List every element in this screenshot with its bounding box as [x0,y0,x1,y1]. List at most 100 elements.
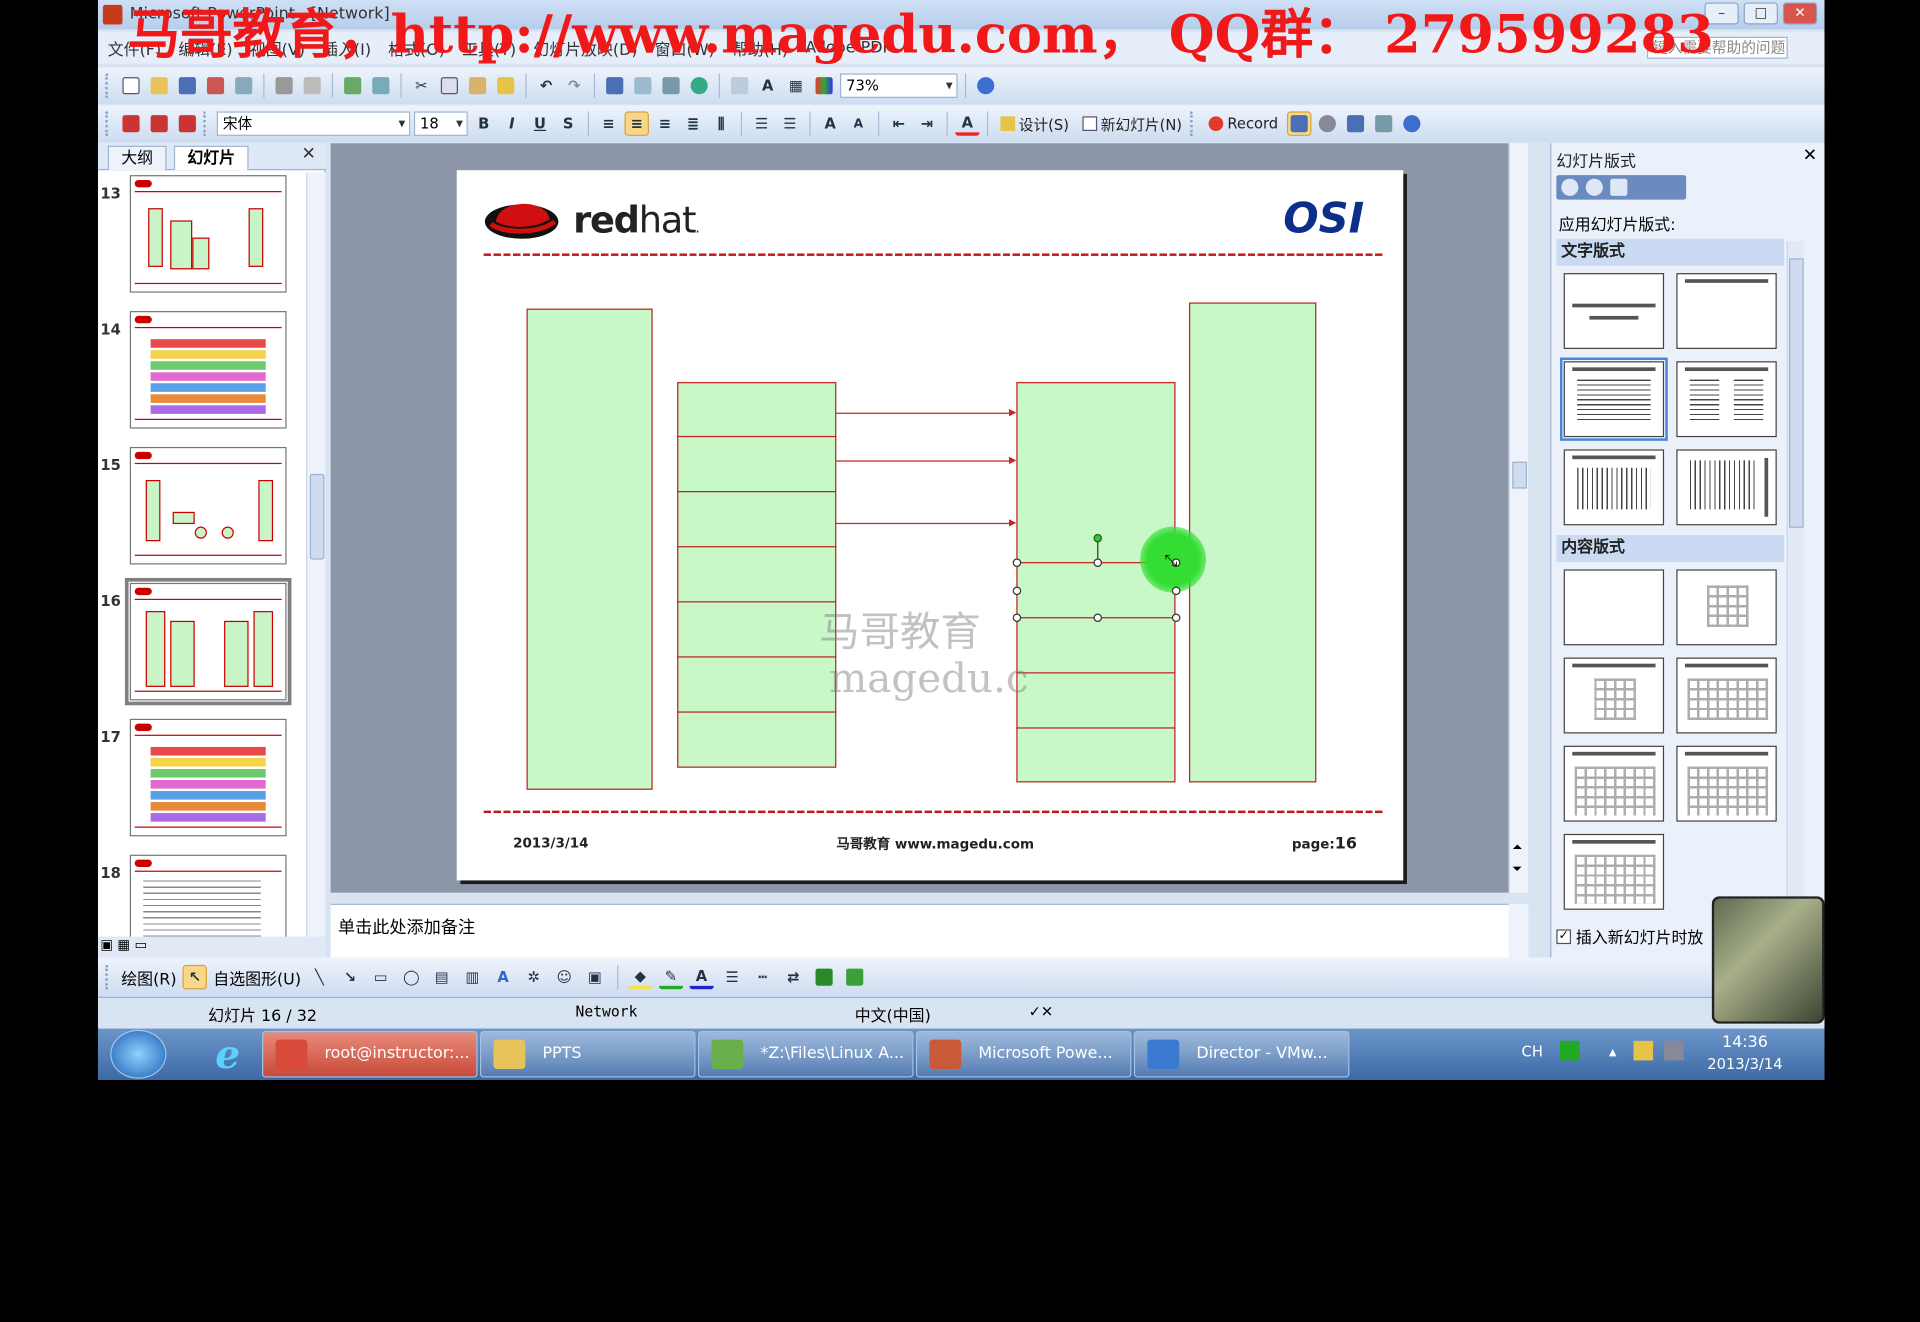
wordart-icon[interactable]: A [491,965,515,989]
arrow-connector[interactable] [836,456,1017,465]
increase-font-icon[interactable]: A [818,111,842,135]
layout-two-column-text[interactable] [1676,361,1777,438]
help-tool-icon[interactable] [1399,111,1423,135]
help-icon[interactable] [973,73,997,97]
line-icon[interactable]: ╲ [307,965,331,989]
new-slide-button[interactable]: 新幻灯片(N) [1078,113,1187,134]
bullets-icon[interactable]: ☰ [778,111,802,135]
bold-button[interactable]: B [471,111,495,135]
layout-vertical-text[interactable] [1563,449,1665,526]
decrease-indent-icon[interactable]: ⇤ [887,111,911,135]
webcam-tool-icon[interactable] [1315,111,1339,135]
layout-content[interactable] [1676,569,1777,646]
network-tray-icon[interactable] [1633,1040,1654,1061]
resize-handle[interactable] [1171,586,1181,596]
align-center-icon[interactable]: ≡ [624,111,649,136]
select-objects-icon[interactable]: ↖ [182,964,208,990]
tab-outline[interactable]: 大纲 [107,145,167,171]
record-button[interactable]: Record [1204,115,1283,132]
vertical-textbox-icon[interactable]: ▥ [460,965,484,989]
chart-icon[interactable] [602,73,626,97]
slide-thumbnail[interactable] [129,854,287,937]
left-stack-box[interactable] [677,382,837,768]
task-terminal[interactable]: root@instructor:... [262,1031,478,1078]
slide-title[interactable]: OSI [1283,195,1364,244]
format-painter-icon[interactable] [493,73,517,97]
save-icon[interactable] [175,73,199,97]
notes-pane[interactable]: 单击此处添加备注 [330,903,1529,958]
arrow-connector[interactable] [836,408,1017,417]
layout-title-content-extra[interactable] [1563,833,1665,910]
shadow-style-icon[interactable] [812,965,836,989]
fill-color-icon[interactable]: ◆ [627,965,653,990]
toolbar-grip[interactable] [105,73,110,98]
expand-all-icon[interactable] [727,73,751,97]
sorter-view-icon[interactable]: ▦ [117,937,130,953]
shadow-button[interactable]: S [556,111,580,135]
layout-title-two-content[interactable] [1676,657,1777,734]
align-right-icon[interactable]: ≡ [653,111,677,135]
3d-style-icon[interactable] [842,965,866,989]
internet-explorer-icon[interactable]: e [203,1030,252,1079]
maximize-button[interactable]: □ [1743,2,1778,25]
grid-icon[interactable]: ▦ [784,73,808,97]
paste-icon[interactable] [465,73,489,97]
tab-slides[interactable]: 幻灯片 [173,145,249,171]
clipart-icon[interactable]: ☺ [552,965,576,989]
resize-handle[interactable] [1093,558,1103,567]
layout-title-only[interactable] [1676,273,1777,349]
toolbar-grip-3[interactable] [203,111,208,136]
tray-expand-icon[interactable]: ▴ [1609,1043,1616,1060]
textbox-icon[interactable]: ▤ [430,965,454,989]
close-button[interactable]: ✕ [1782,2,1818,25]
right-column-box[interactable] [1188,302,1317,783]
slide-scrollbar[interactable]: ⏶ ⏷ [1508,143,1529,893]
screen-tool-icon[interactable] [1343,111,1367,135]
prev-slide-icon[interactable]: ⏶ [1512,841,1522,854]
slide-thumbnail[interactable] [124,577,292,706]
print-preview-icon[interactable] [300,73,324,97]
slide-canvas[interactable]: redhat. OSI 马哥教育 magedu.c ⤡ 2013/3/14 马哥… [456,170,1404,881]
increase-indent-icon[interactable]: ⇥ [915,111,939,135]
back-icon[interactable] [1561,178,1579,196]
slide-thumbnail-row[interactable]: 13 [98,173,306,295]
layout-vertical-title-text[interactable] [1676,449,1777,526]
pdf-review-icon[interactable] [175,111,199,135]
slide-thumbnail-row[interactable]: 16 [98,577,306,706]
justify-icon[interactable]: ≣ [681,111,705,135]
close-pane-icon[interactable]: ✕ [302,144,316,164]
resize-handle[interactable] [1012,558,1022,567]
arrow-style-icon[interactable]: ⇄ [781,965,805,989]
research-icon[interactable] [369,73,393,97]
slides-pane-scrollbar[interactable] [306,172,326,937]
draw-menu[interactable]: 绘图(R) [121,966,176,988]
decrease-font-icon[interactable]: A [846,111,870,135]
slide-thumbnail[interactable] [129,718,287,837]
spelling-icon[interactable] [340,73,364,97]
font-color-draw-icon[interactable]: A [689,965,714,990]
layout-title-four-content[interactable] [1676,745,1777,822]
toolbar-grip-2[interactable] [105,111,110,136]
line-style-icon[interactable]: ☰ [720,965,744,989]
normal-view-icon[interactable]: ▣ [100,937,113,953]
task-pane-scrollbar[interactable] [1786,241,1804,903]
slideshow-view-icon[interactable]: ▭ [134,937,147,953]
slide-thumbnail-row[interactable]: 14 [98,309,306,431]
copy-icon[interactable] [437,73,461,97]
font-color-icon[interactable]: A [955,111,980,136]
clock-date[interactable]: 2013/3/14 [1702,1056,1788,1073]
resize-handle[interactable] [1012,586,1022,596]
pdf-convert-icon[interactable] [119,111,143,135]
layout-title-slide[interactable] [1563,273,1665,349]
font-size-select[interactable]: 18 [413,111,468,136]
slide-thumbnail-row[interactable]: 18 [98,852,306,937]
columns-icon[interactable]: ⫼ [709,111,733,135]
home-icon[interactable] [1610,178,1628,196]
next-slide-icon[interactable]: ⏷ [1512,863,1522,876]
zoom-select[interactable]: 73% [840,73,958,98]
ime-icon[interactable] [1560,1040,1580,1061]
slide-thumbnail[interactable] [129,311,287,429]
dash-style-icon[interactable]: ┅ [750,965,774,989]
options-tool-icon[interactable] [1371,111,1395,135]
email-icon[interactable] [231,73,255,97]
